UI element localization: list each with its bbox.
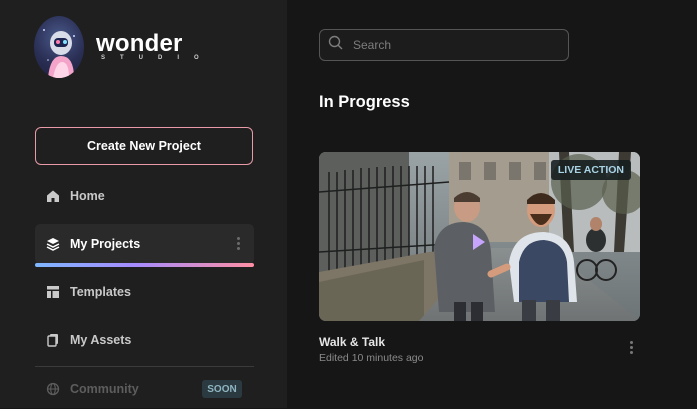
sidebar-item-templates[interactable]: Templates	[35, 272, 254, 312]
project-card-thumbnail[interactable]: LIVE ACTION	[319, 152, 640, 321]
section-title: In Progress	[319, 93, 410, 111]
project-edited-time: Edited 10 minutes ago	[319, 352, 424, 364]
more-options-icon[interactable]	[237, 237, 240, 252]
sidebar-divider	[35, 366, 254, 367]
sidebar: wonder STUDIO Create New Project Home My…	[0, 0, 287, 408]
sidebar-item-home[interactable]: Home	[35, 176, 254, 216]
search-icon	[328, 35, 343, 55]
sidebar-item-label: My Assets	[70, 333, 132, 347]
home-icon	[46, 189, 60, 203]
sidebar-item-label: Templates	[70, 285, 131, 299]
live-action-badge: LIVE ACTION	[550, 160, 631, 180]
project-title[interactable]: Walk & Talk	[319, 335, 385, 349]
logo-icon[interactable]	[34, 16, 84, 78]
sidebar-item-my-projects[interactable]: My Projects	[35, 224, 254, 264]
layers-icon	[46, 237, 60, 251]
brand-subtitle: STUDIO	[101, 55, 214, 61]
project-more-options-icon[interactable]	[630, 341, 633, 356]
search-bar[interactable]	[319, 29, 569, 61]
sidebar-item-label: My Projects	[70, 237, 141, 251]
create-new-project-button[interactable]: Create New Project	[35, 127, 253, 165]
sidebar-item-label: Community	[70, 382, 139, 396]
active-indicator	[35, 263, 254, 267]
globe-icon	[46, 382, 60, 396]
brand-name: wonder	[96, 30, 183, 57]
sidebar-item-my-assets[interactable]: My Assets	[35, 320, 254, 360]
template-icon	[46, 285, 60, 299]
assets-icon	[46, 333, 60, 347]
soon-badge: SOON	[202, 380, 242, 398]
sidebar-item-label: Home	[70, 189, 105, 203]
search-input[interactable]	[351, 37, 555, 53]
